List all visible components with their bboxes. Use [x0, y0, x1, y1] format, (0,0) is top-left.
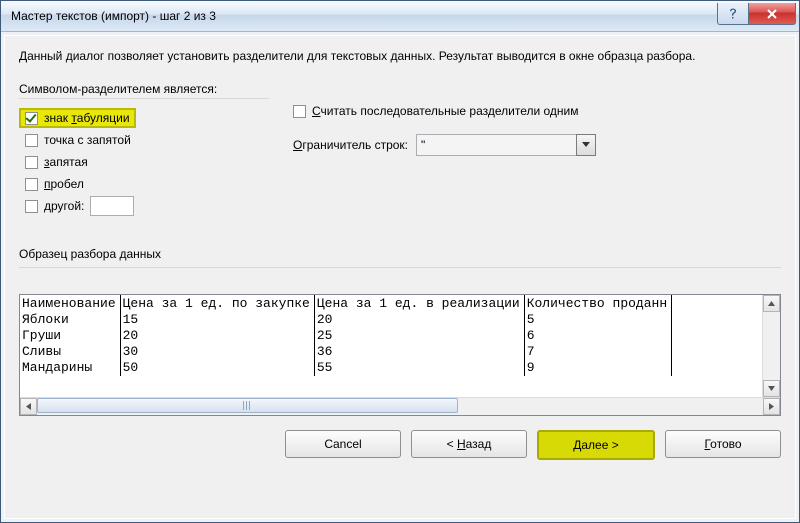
delimiter-space-row: пробел: [25, 173, 269, 195]
chevron-left-icon: [26, 403, 31, 410]
divider: [19, 267, 781, 268]
cancel-button[interactable]: Cancel: [285, 430, 401, 458]
table-cell: 50: [120, 360, 314, 376]
delimiter-semicolon-checkbox[interactable]: [25, 134, 38, 147]
scroll-left-button[interactable]: [20, 398, 37, 415]
delimiter-other-label: другой:: [44, 199, 84, 213]
table-cell: Яблоки: [20, 312, 120, 328]
consecutive-label: Считать последовательные разделители одн…: [312, 104, 579, 118]
chevron-right-icon: [769, 403, 774, 410]
close-button[interactable]: [748, 3, 796, 25]
qualifier-value[interactable]: [416, 134, 576, 156]
right-options: Считать последовательные разделители одн…: [293, 78, 781, 217]
chevron-down-icon: [582, 142, 590, 148]
chevron-up-icon: [768, 301, 775, 306]
table-row: Сливы30367: [20, 344, 672, 360]
dialog-window: Мастер текстов (импорт) - шаг 2 из 3 Дан…: [0, 0, 800, 523]
divider: [19, 98, 269, 99]
qualifier-dropdown-button[interactable]: [576, 134, 596, 156]
delimiter-tab-label: знак табуляции: [44, 111, 130, 125]
back-button[interactable]: < Назад: [411, 430, 527, 458]
next-button-label: Далее >: [573, 438, 619, 452]
scroll-right-button[interactable]: [763, 398, 780, 415]
delimiter-comma-label: запятая: [44, 155, 88, 169]
table-cell: Сливы: [20, 344, 120, 360]
table-cell: Мандарины: [20, 360, 120, 376]
consecutive-checkbox[interactable]: [293, 105, 306, 118]
delimiter-comma-row: запятая: [25, 151, 269, 173]
delimiter-other-checkbox[interactable]: [25, 200, 38, 213]
scroll-track[interactable]: [37, 398, 763, 415]
client-area: Данный диалог позволяет установить разде…: [4, 35, 796, 519]
column-header: Цена за 1 ед. в реализации: [314, 295, 524, 312]
titlebar-buttons: [718, 3, 799, 25]
finish-button-label: Готово: [704, 437, 741, 451]
delimiter-semicolon-row: точка с запятой: [25, 129, 269, 151]
delimiter-space-label: пробел: [44, 177, 84, 191]
vertical-scrollbar[interactable]: [762, 295, 780, 397]
titlebar: Мастер текстов (импорт) - шаг 2 из 3: [1, 1, 799, 32]
highlight-tab: знак табуляции: [19, 108, 136, 128]
table-cell: 25: [314, 328, 524, 344]
table-cell: 7: [524, 344, 671, 360]
cancel-button-label: Cancel: [324, 437, 361, 451]
scroll-track[interactable]: [763, 312, 780, 380]
dialog-description: Данный диалог позволяет установить разде…: [19, 48, 781, 64]
window-title: Мастер текстов (импорт) - шаг 2 из 3: [11, 9, 718, 23]
table-cell: 30: [120, 344, 314, 360]
back-button-label: < Назад: [447, 437, 492, 451]
table-cell: 5: [524, 312, 671, 328]
next-button[interactable]: Далее >: [537, 430, 655, 460]
options-section: Символом-разделителем является: знак таб…: [19, 78, 781, 217]
table-cell: 36: [314, 344, 524, 360]
table-cell: 20: [120, 328, 314, 344]
table-cell: Груши: [20, 328, 120, 344]
close-icon: [766, 9, 778, 19]
scroll-thumb[interactable]: [37, 398, 458, 413]
column-header: Наименование: [20, 295, 120, 312]
column-header: Цена за 1 ед. по закупке: [120, 295, 314, 312]
help-button[interactable]: [717, 3, 749, 25]
delimiter-semicolon-label: точка с запятой: [44, 133, 131, 147]
table-row: Мандарины50559: [20, 360, 672, 376]
finish-button[interactable]: Готово: [665, 430, 781, 458]
qualifier-row: Ограничитель строк:: [293, 134, 781, 156]
preview-box: НаименованиеЦена за 1 ед. по закупкеЦена…: [19, 294, 781, 416]
scroll-up-button[interactable]: [763, 295, 780, 312]
horizontal-scrollbar[interactable]: [20, 397, 780, 415]
delimiters-legend: Символом-разделителем является:: [19, 82, 269, 96]
table-cell: 6: [524, 328, 671, 344]
preview-scroll-area: НаименованиеЦена за 1 ед. по закупкеЦена…: [20, 295, 780, 397]
grip-icon: [243, 401, 252, 410]
table-row: Груши20256: [20, 328, 672, 344]
column-header: Количество проданн: [524, 295, 671, 312]
table-cell: 9: [524, 360, 671, 376]
delimiters-group: Символом-разделителем является: знак таб…: [19, 78, 269, 217]
table-cell: 15: [120, 312, 314, 328]
button-row: Cancel < Назад Далее > Готово: [19, 430, 781, 460]
qualifier-select[interactable]: [416, 134, 596, 156]
help-icon: [728, 8, 738, 20]
preview-body: НаименованиеЦена за 1 ед. по закупкеЦена…: [20, 295, 762, 397]
table-cell: 20: [314, 312, 524, 328]
qualifier-label: Ограничитель строк:: [293, 138, 408, 152]
consecutive-row: Считать последовательные разделители одн…: [293, 104, 781, 118]
delimiter-comma-checkbox[interactable]: [25, 156, 38, 169]
delimiter-other-input[interactable]: [90, 196, 134, 216]
chevron-down-icon: [768, 386, 775, 391]
table-cell: 55: [314, 360, 524, 376]
delimiter-other-row: другой:: [25, 195, 269, 217]
delimiter-tab-checkbox[interactable]: [25, 112, 38, 125]
preview-legend: Образец разбора данных: [19, 247, 781, 261]
scroll-down-button[interactable]: [763, 380, 780, 397]
table-row: Яблоки15205: [20, 312, 672, 328]
preview-group: Образец разбора данных НаименованиеЦена …: [19, 243, 781, 416]
preview-table: НаименованиеЦена за 1 ед. по закупкеЦена…: [20, 295, 672, 376]
delimiter-space-checkbox[interactable]: [25, 178, 38, 191]
delimiter-tab-row: знак табуляции: [25, 107, 269, 129]
